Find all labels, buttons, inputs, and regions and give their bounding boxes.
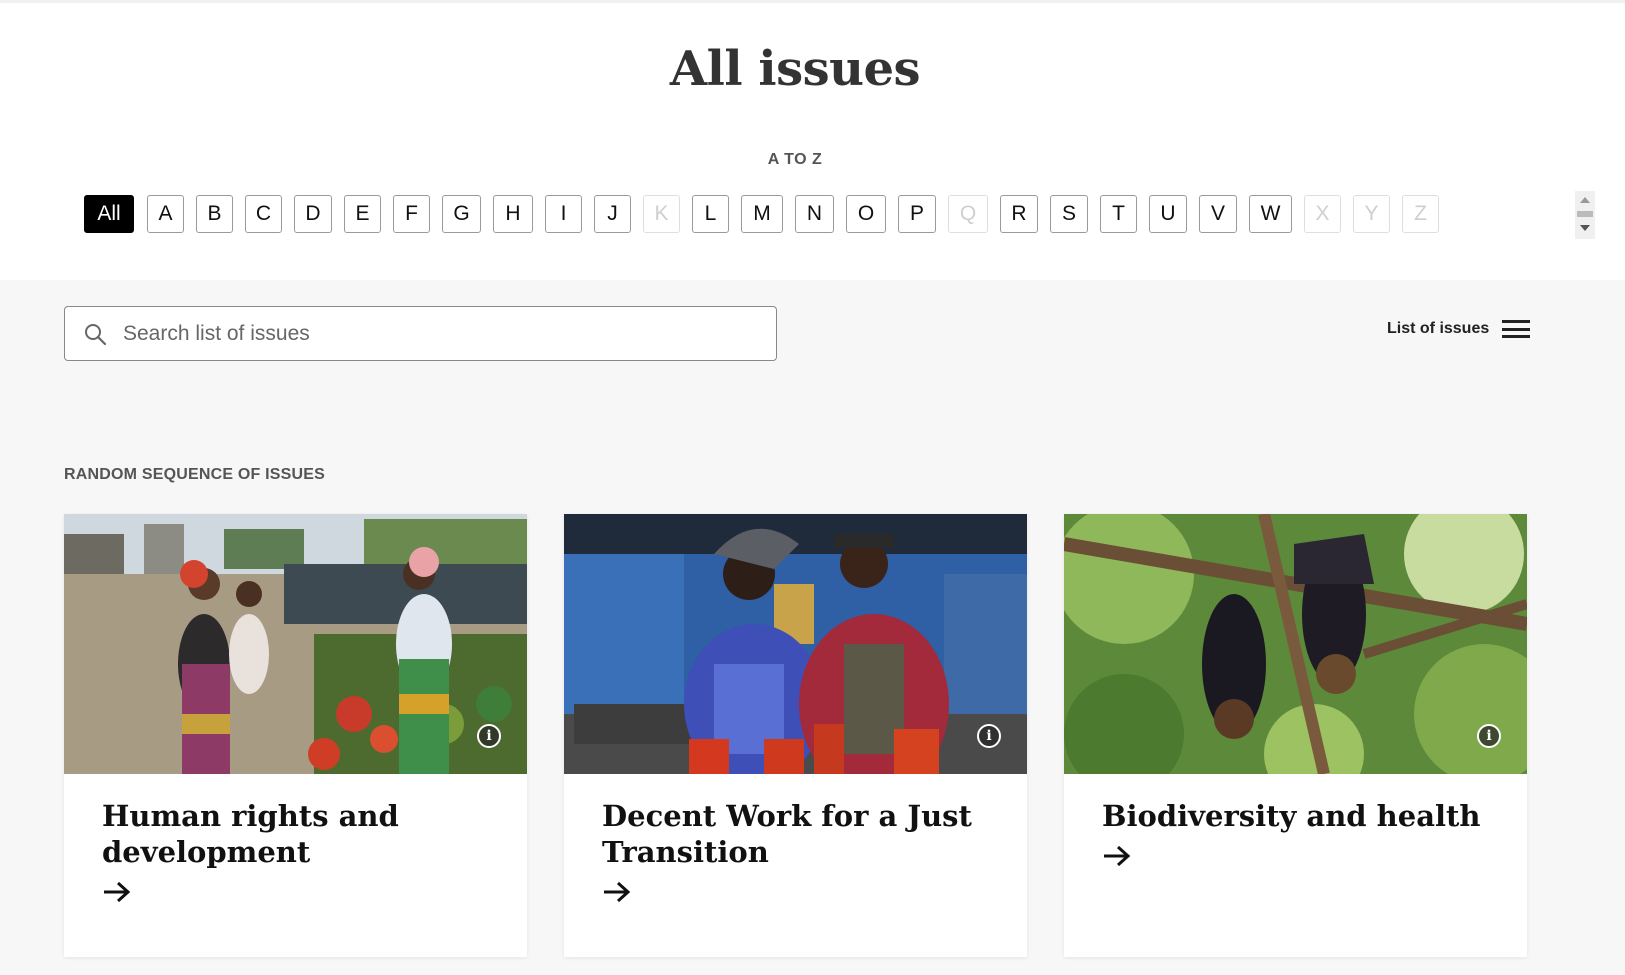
letter-p-button[interactable]: P <box>898 195 936 233</box>
letter-scrollbar[interactable] <box>1575 191 1595 239</box>
letter-c-button[interactable]: C <box>245 195 282 233</box>
scroll-down-icon[interactable] <box>1580 225 1590 231</box>
info-icon[interactable]: i <box>1477 724 1501 748</box>
letter-z-button: Z <box>1402 195 1439 233</box>
card-image-bats[interactable]: i <box>1064 514 1527 774</box>
header-section: All issues A TO Z All A B C D E F G H I … <box>0 0 1625 280</box>
search-icon <box>85 323 107 345</box>
letter-s-button[interactable]: S <box>1050 195 1088 233</box>
letter-o-button[interactable]: O <box>846 195 886 233</box>
info-icon[interactable]: i <box>977 724 1001 748</box>
scroll-up-icon[interactable] <box>1580 197 1590 203</box>
search-input[interactable] <box>123 321 723 346</box>
letter-all-button[interactable]: All <box>84 195 134 233</box>
card-title[interactable]: Decent Work for a Just Transition <box>602 798 992 870</box>
search-box[interactable] <box>64 306 777 361</box>
arrow-right-icon[interactable] <box>102 880 132 904</box>
letter-k-button: K <box>643 195 680 233</box>
letter-y-button: Y <box>1353 195 1390 233</box>
issue-card[interactable]: i Biodiversity and health <box>1064 514 1527 957</box>
letter-i-button[interactable]: I <box>545 195 582 233</box>
atoz-label: A TO Z <box>767 151 823 168</box>
hamburger-menu-icon[interactable] <box>1502 320 1531 338</box>
letter-b-button[interactable]: B <box>196 195 233 233</box>
letter-h-button[interactable]: H <box>493 195 533 233</box>
card-title[interactable]: Biodiversity and health <box>1102 798 1492 834</box>
letter-v-button[interactable]: V <box>1199 195 1237 233</box>
letter-e-button[interactable]: E <box>344 195 381 233</box>
letter-w-button[interactable]: W <box>1249 195 1292 233</box>
info-icon[interactable]: i <box>477 724 501 748</box>
arrow-right-icon[interactable] <box>1102 844 1132 868</box>
issue-card[interactable]: i Human rights and development <box>64 514 527 957</box>
letter-l-button[interactable]: L <box>692 195 729 233</box>
letter-filter: All A B C D E F G H I J K L M N O P Q R … <box>84 195 1439 233</box>
letter-q-button: Q <box>948 195 988 233</box>
letter-x-button: X <box>1304 195 1341 233</box>
card-image-market[interactable]: i <box>64 514 527 774</box>
page-title: All issues <box>669 41 921 97</box>
card-title[interactable]: Human rights and development <box>102 798 492 870</box>
letter-t-button[interactable]: T <box>1100 195 1137 233</box>
letter-m-button[interactable]: M <box>741 195 783 233</box>
card-image-welding[interactable]: i <box>564 514 1027 774</box>
letter-a-button[interactable]: A <box>147 195 184 233</box>
letter-d-button[interactable]: D <box>294 195 332 233</box>
arrow-right-icon[interactable] <box>602 880 632 904</box>
letter-j-button[interactable]: J <box>594 195 631 233</box>
letter-g-button[interactable]: G <box>442 195 481 233</box>
letter-r-button[interactable]: R <box>1000 195 1038 233</box>
list-of-issues-label: List of issues <box>1387 320 1490 337</box>
letter-f-button[interactable]: F <box>393 195 430 233</box>
letter-u-button[interactable]: U <box>1149 195 1187 233</box>
list-of-issues-toggle[interactable]: List of issues <box>1387 320 1531 338</box>
scroll-thumb[interactable] <box>1577 211 1593 217</box>
letter-n-button[interactable]: N <box>795 195 834 233</box>
issue-card[interactable]: i Decent Work for a Just Transition <box>564 514 1027 957</box>
section-heading: RANDOM SEQUENCE OF ISSUES <box>64 466 326 483</box>
